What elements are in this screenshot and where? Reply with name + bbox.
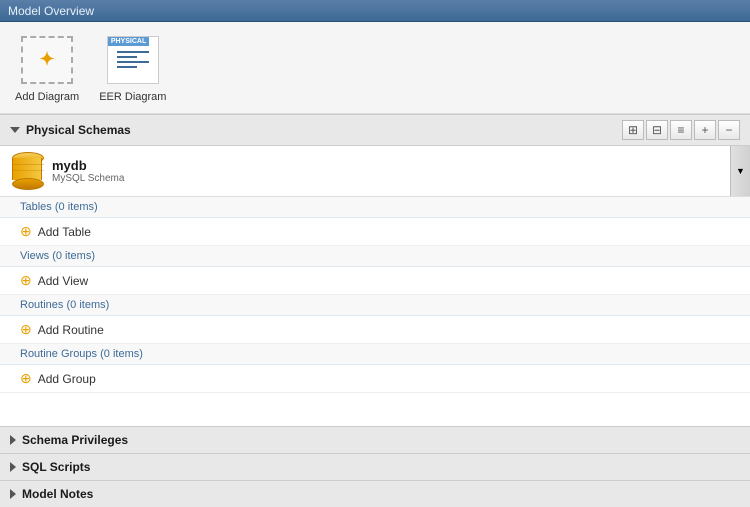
tables-count: (0 items) bbox=[55, 201, 98, 213]
eer-line-2 bbox=[117, 56, 137, 58]
eer-diagram-lines bbox=[109, 43, 157, 76]
add-schema-button[interactable]: + bbox=[694, 120, 716, 140]
physical-schemas-header: Physical Schemas ⊞ ⊟ ≡ + − bbox=[0, 114, 750, 146]
add-diagram-icon: ✦ bbox=[21, 36, 73, 84]
routines-label: Routines bbox=[20, 299, 66, 311]
add-view-label: Add View bbox=[38, 274, 88, 288]
model-notes-toggle bbox=[10, 489, 16, 499]
physical-schemas-title: Physical Schemas bbox=[26, 123, 131, 137]
eer-line-4 bbox=[117, 66, 137, 68]
views-label: Views bbox=[20, 250, 52, 262]
grid-view-1-button[interactable]: ⊞ bbox=[622, 120, 644, 140]
add-view-item[interactable]: ⊕ Add View bbox=[0, 267, 750, 295]
schema-details: Tables (0 items) ⊕ Add Table Views (0 it… bbox=[0, 197, 750, 426]
eer-line-3 bbox=[117, 61, 149, 63]
views-count: (0 items) bbox=[52, 250, 95, 262]
add-group-label: Add Group bbox=[38, 372, 96, 386]
routine-groups-header: Routine Groups (0 items) bbox=[0, 344, 750, 365]
routines-header: Routines (0 items) bbox=[0, 295, 750, 316]
add-routine-icon: ⊕ bbox=[20, 321, 32, 338]
views-header: Views (0 items) bbox=[0, 246, 750, 267]
add-diagram-label: Add Diagram bbox=[15, 91, 79, 103]
remove-schema-button[interactable]: − bbox=[718, 120, 740, 140]
sql-scripts-toggle bbox=[10, 462, 16, 472]
schema-row: mydb MySQL Schema ▼ bbox=[0, 146, 750, 197]
add-table-icon: ⊕ bbox=[20, 223, 32, 240]
add-table-label: Add Table bbox=[38, 225, 91, 239]
section-header-left: Physical Schemas bbox=[10, 123, 131, 137]
tables-header: Tables (0 items) bbox=[0, 197, 750, 218]
diagram-area: ✦ Add Diagram PHYSICAL EER Diagram bbox=[0, 22, 750, 114]
eer-diagram-label: EER Diagram bbox=[99, 91, 166, 103]
title-bar-text: Model Overview bbox=[8, 4, 94, 18]
list-view-button[interactable]: ≡ bbox=[670, 120, 692, 140]
routines-count: (0 items) bbox=[66, 299, 109, 311]
routine-groups-label: Routine Groups bbox=[20, 348, 100, 360]
add-diagram-item[interactable]: ✦ Add Diagram bbox=[15, 32, 79, 103]
schema-privileges-section[interactable]: Schema Privileges bbox=[0, 426, 750, 453]
tables-label: Tables bbox=[20, 201, 55, 213]
main-content: ✦ Add Diagram PHYSICAL EER Diagram bbox=[0, 22, 750, 507]
add-group-item[interactable]: ⊕ Add Group bbox=[0, 365, 750, 393]
physical-badge: PHYSICAL bbox=[108, 37, 149, 46]
eer-diagram-icon: PHYSICAL bbox=[107, 36, 159, 84]
eer-line-1 bbox=[117, 51, 149, 53]
add-group-icon: ⊕ bbox=[20, 370, 32, 387]
model-notes-section[interactable]: Model Notes bbox=[0, 480, 750, 507]
sql-scripts-section[interactable]: SQL Scripts bbox=[0, 453, 750, 480]
routine-groups-count: (0 items) bbox=[100, 348, 143, 360]
schema-type: MySQL Schema bbox=[52, 173, 124, 184]
add-view-icon: ⊕ bbox=[20, 272, 32, 289]
schema-dropdown-button[interactable]: ▼ bbox=[730, 146, 750, 196]
eer-diagram-icon-container: PHYSICAL bbox=[103, 32, 163, 87]
toolbar-icons: ⊞ ⊟ ≡ + − bbox=[622, 120, 740, 140]
add-diagram-icon-container: ✦ bbox=[17, 32, 77, 87]
schema-info: mydb MySQL Schema bbox=[52, 158, 124, 184]
add-table-item[interactable]: ⊕ Add Table bbox=[0, 218, 750, 246]
schema-name: mydb bbox=[52, 158, 124, 173]
grid-view-2-button[interactable]: ⊟ bbox=[646, 120, 668, 140]
plus-icon: ✦ bbox=[40, 49, 55, 70]
add-routine-item[interactable]: ⊕ Add Routine bbox=[0, 316, 750, 344]
eer-diagram-item[interactable]: PHYSICAL EER Diagram bbox=[99, 32, 166, 103]
physical-schemas-toggle[interactable] bbox=[10, 127, 20, 133]
schema-privileges-toggle bbox=[10, 435, 16, 445]
sql-scripts-title: SQL Scripts bbox=[22, 460, 90, 474]
add-routine-label: Add Routine bbox=[38, 323, 104, 337]
title-bar: Model Overview bbox=[0, 0, 750, 22]
schema-privileges-title: Schema Privileges bbox=[22, 433, 128, 447]
schema-left[interactable]: mydb MySQL Schema bbox=[0, 146, 730, 196]
model-notes-title: Model Notes bbox=[22, 487, 93, 501]
database-icon bbox=[12, 152, 44, 190]
